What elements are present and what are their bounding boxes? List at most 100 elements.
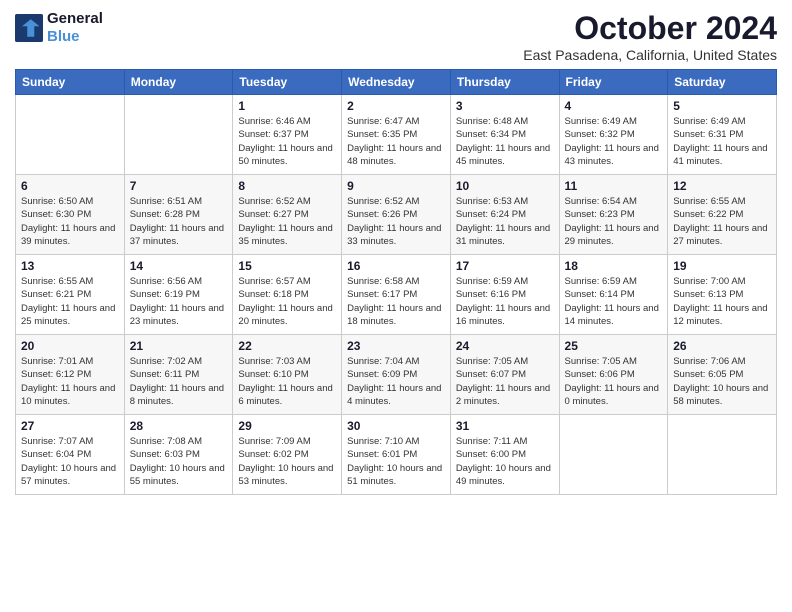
calendar-week-1: 6Sunrise: 6:50 AMSunset: 6:30 PMDaylight… <box>16 175 777 255</box>
day-number: 15 <box>238 259 336 273</box>
day-number: 7 <box>130 179 228 193</box>
calendar-cell: 12 Sunrise: 6:55 AMSunset: 6:22 PMDayligh… <box>668 175 777 255</box>
day-info: Sunrise: 6:57 AMSunset: 6:18 PMDaylight:… <box>238 275 336 328</box>
day-info: Sunrise: 7:08 AMSunset: 6:03 PMDaylight:… <box>130 435 228 488</box>
day-info: Sunrise: 6:52 AMSunset: 6:26 PMDaylight:… <box>347 195 445 248</box>
calendar-week-0: 1 Sunrise: 6:46 AMSunset: 6:37 PMDaylight… <box>16 95 777 175</box>
calendar-cell <box>668 415 777 495</box>
logo-line1: General <box>47 10 103 28</box>
day-info: Sunrise: 6:59 AMSunset: 6:14 PMDaylight:… <box>565 275 663 328</box>
calendar-week-2: 13Sunrise: 6:55 AMSunset: 6:21 PMDayligh… <box>16 255 777 335</box>
calendar-cell: 16Sunrise: 6:58 AMSunset: 6:17 PMDayligh… <box>342 255 451 335</box>
day-number: 30 <box>347 419 445 433</box>
day-info: Sunrise: 6:52 AMSunset: 6:27 PMDaylight:… <box>238 195 336 248</box>
calendar-cell: 20 Sunrise: 7:01 AMSunset: 6:12 PMDayligh… <box>16 335 125 415</box>
day-number: 21 <box>130 339 228 353</box>
day-info: Sunrise: 7:11 AMSunset: 6:00 PMDaylight:… <box>456 435 554 488</box>
day-info: Sunrise: 7:06 AMSunset: 6:05 PMDaylight:… <box>673 355 771 408</box>
logo-icon <box>15 14 43 42</box>
calendar-title: October 2024 <box>523 10 777 47</box>
calendar-cell: 30Sunrise: 7:10 AMSunset: 6:01 PMDayligh… <box>342 415 451 495</box>
logo-line2: Blue <box>47 28 103 46</box>
day-info: Sunrise: 7:07 AMSunset: 6:04 PMDaylight:… <box>21 435 119 488</box>
calendar-cell: 28 Sunrise: 7:08 AMSunset: 6:03 PMDayligh… <box>124 415 233 495</box>
calendar-cell: 1 Sunrise: 6:46 AMSunset: 6:37 PMDaylight… <box>233 95 342 175</box>
day-info: Sunrise: 7:02 AMSunset: 6:11 PMDaylight:… <box>130 355 228 408</box>
day-info: Sunrise: 6:48 AMSunset: 6:34 PMDaylight:… <box>456 115 554 168</box>
day-number: 25 <box>565 339 663 353</box>
title-area: October 2024 East Pasadena, California, … <box>523 10 777 63</box>
day-number: 26 <box>673 339 771 353</box>
day-number: 14 <box>130 259 228 273</box>
day-number: 8 <box>238 179 336 193</box>
day-number: 31 <box>456 419 554 433</box>
day-info: Sunrise: 7:01 AMSunset: 6:12 PMDaylight:… <box>21 355 119 408</box>
calendar-cell: 7Sunrise: 6:51 AMSunset: 6:28 PMDaylight… <box>124 175 233 255</box>
day-number: 23 <box>347 339 445 353</box>
calendar-cell: 6Sunrise: 6:50 AMSunset: 6:30 PMDaylight… <box>16 175 125 255</box>
day-number: 3 <box>456 99 554 113</box>
day-number: 20 <box>21 339 119 353</box>
day-number: 10 <box>456 179 554 193</box>
calendar-cell: 13Sunrise: 6:55 AMSunset: 6:21 PMDayligh… <box>16 255 125 335</box>
calendar-cell: 10 Sunrise: 6:53 AMSunset: 6:24 PMDayligh… <box>450 175 559 255</box>
calendar-cell: 14 Sunrise: 6:56 AMSunset: 6:19 PMDayligh… <box>124 255 233 335</box>
calendar-cell: 17Sunrise: 6:59 AMSunset: 6:16 PMDayligh… <box>450 255 559 335</box>
day-info: Sunrise: 6:55 AMSunset: 6:21 PMDaylight:… <box>21 275 119 328</box>
day-number: 19 <box>673 259 771 273</box>
calendar-cell <box>16 95 125 175</box>
day-info: Sunrise: 6:46 AMSunset: 6:37 PMDaylight:… <box>238 115 336 168</box>
day-number: 27 <box>21 419 119 433</box>
day-info: Sunrise: 6:49 AMSunset: 6:32 PMDaylight:… <box>565 115 663 168</box>
calendar-cell: 2Sunrise: 6:47 AMSunset: 6:35 PMDaylight… <box>342 95 451 175</box>
day-info: Sunrise: 6:59 AMSunset: 6:16 PMDaylight:… <box>456 275 554 328</box>
day-header-wednesday: Wednesday <box>342 70 451 95</box>
calendar-cell: 25Sunrise: 7:05 AMSunset: 6:06 PMDayligh… <box>559 335 668 415</box>
calendar-week-4: 27 Sunrise: 7:07 AMSunset: 6:04 PMDayligh… <box>16 415 777 495</box>
day-info: Sunrise: 6:47 AMSunset: 6:35 PMDaylight:… <box>347 115 445 168</box>
day-header-sunday: Sunday <box>16 70 125 95</box>
calendar-cell: 18 Sunrise: 6:59 AMSunset: 6:14 PMDayligh… <box>559 255 668 335</box>
day-number: 18 <box>565 259 663 273</box>
calendar-header: SundayMondayTuesdayWednesdayThursdayFrid… <box>16 70 777 95</box>
calendar-cell: 8 Sunrise: 6:52 AMSunset: 6:27 PMDaylight… <box>233 175 342 255</box>
calendar-table: SundayMondayTuesdayWednesdayThursdayFrid… <box>15 69 777 495</box>
days-row: SundayMondayTuesdayWednesdayThursdayFrid… <box>16 70 777 95</box>
day-info: Sunrise: 7:00 AMSunset: 6:13 PMDaylight:… <box>673 275 771 328</box>
day-number: 12 <box>673 179 771 193</box>
calendar-cell: 5Sunrise: 6:49 AMSunset: 6:31 PMDaylight… <box>668 95 777 175</box>
day-info: Sunrise: 6:55 AMSunset: 6:22 PMDaylight:… <box>673 195 771 248</box>
day-number: 9 <box>347 179 445 193</box>
calendar-cell: 4 Sunrise: 6:49 AMSunset: 6:32 PMDaylight… <box>559 95 668 175</box>
day-header-tuesday: Tuesday <box>233 70 342 95</box>
day-number: 4 <box>565 99 663 113</box>
day-info: Sunrise: 7:04 AMSunset: 6:09 PMDaylight:… <box>347 355 445 408</box>
logo: General Blue <box>15 10 103 46</box>
day-number: 6 <box>21 179 119 193</box>
logo-text: General Blue <box>47 10 103 46</box>
calendar-subtitle: East Pasadena, California, United States <box>523 47 777 63</box>
day-info: Sunrise: 6:56 AMSunset: 6:19 PMDaylight:… <box>130 275 228 328</box>
calendar-cell <box>559 415 668 495</box>
day-info: Sunrise: 6:58 AMSunset: 6:17 PMDaylight:… <box>347 275 445 328</box>
calendar-cell: 15 Sunrise: 6:57 AMSunset: 6:18 PMDayligh… <box>233 255 342 335</box>
calendar-cell: 27 Sunrise: 7:07 AMSunset: 6:04 PMDayligh… <box>16 415 125 495</box>
day-info: Sunrise: 7:05 AMSunset: 6:07 PMDaylight:… <box>456 355 554 408</box>
calendar-cell: 9 Sunrise: 6:52 AMSunset: 6:26 PMDaylight… <box>342 175 451 255</box>
calendar-cell: 24Sunrise: 7:05 AMSunset: 6:07 PMDayligh… <box>450 335 559 415</box>
calendar-cell: 11 Sunrise: 6:54 AMSunset: 6:23 PMDayligh… <box>559 175 668 255</box>
calendar-cell: 21 Sunrise: 7:02 AMSunset: 6:11 PMDayligh… <box>124 335 233 415</box>
calendar-cell: 23 Sunrise: 7:04 AMSunset: 6:09 PMDayligh… <box>342 335 451 415</box>
day-number: 1 <box>238 99 336 113</box>
day-info: Sunrise: 6:54 AMSunset: 6:23 PMDaylight:… <box>565 195 663 248</box>
calendar-cell: 26 Sunrise: 7:06 AMSunset: 6:05 PMDayligh… <box>668 335 777 415</box>
calendar-cell: 31 Sunrise: 7:11 AMSunset: 6:00 PMDayligh… <box>450 415 559 495</box>
day-number: 11 <box>565 179 663 193</box>
day-header-saturday: Saturday <box>668 70 777 95</box>
day-header-monday: Monday <box>124 70 233 95</box>
day-info: Sunrise: 6:53 AMSunset: 6:24 PMDaylight:… <box>456 195 554 248</box>
calendar-cell <box>124 95 233 175</box>
day-number: 28 <box>130 419 228 433</box>
calendar-cell: 19 Sunrise: 7:00 AMSunset: 6:13 PMDayligh… <box>668 255 777 335</box>
day-number: 29 <box>238 419 336 433</box>
